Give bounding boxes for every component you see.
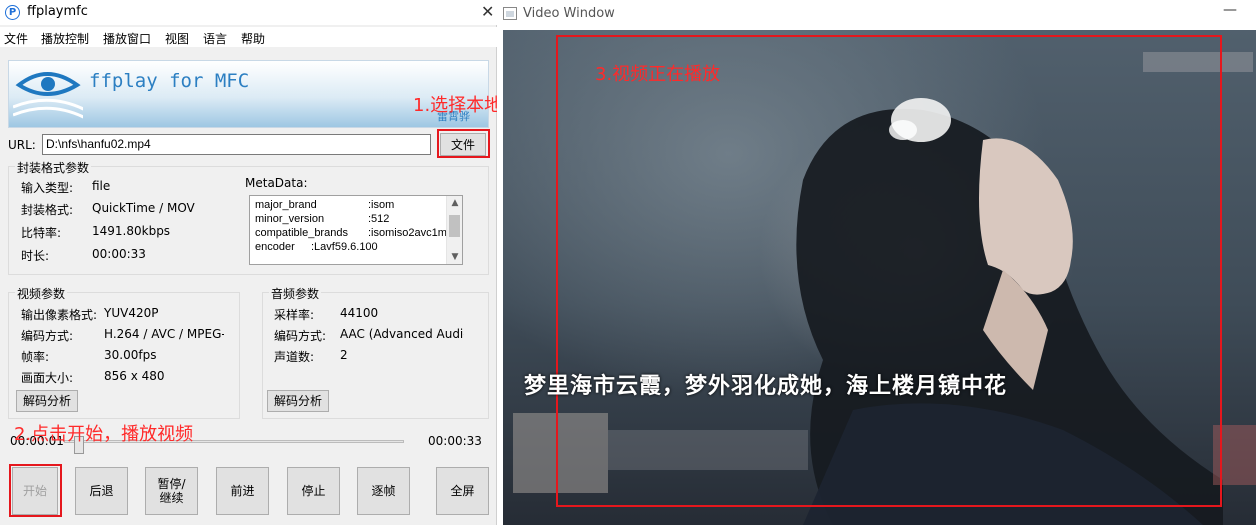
container-format-value: QuickTime / MOV [92, 201, 195, 215]
url-label: URL: [8, 138, 36, 152]
menu-language[interactable]: 语言 [203, 30, 227, 47]
video-window: Video Window — 3.视频正在播放 梦里海市云霞，梦外羽化成她，海上… [497, 0, 1256, 525]
scroll-thumb[interactable] [449, 215, 460, 237]
audio-codec-label: 编码方式: [274, 329, 327, 343]
sample-rate-value: 44100 [340, 306, 379, 320]
container-format-label: 封装格式: [21, 203, 74, 217]
metadata-value: :Lavf59.6.100 [311, 241, 378, 253]
channels-label: 声道数: [274, 350, 315, 364]
video-decode-analysis-button[interactable]: 解码分析 [16, 390, 78, 412]
stop-button[interactable]: 停止 [287, 467, 340, 515]
metadata-row: major_brand :isom [255, 199, 394, 211]
annotation-step3: 3.视频正在播放 [595, 64, 721, 85]
video-codec-label: 编码方式: [21, 329, 74, 343]
input-type-label: 输入类型: [21, 181, 74, 195]
audio-params-title: 音频参数 [269, 285, 322, 302]
video-subtitle: 梦里海市云霞，梦外羽化成她，海上楼月镜中花 [524, 374, 1008, 399]
sample-rate-label: 采样率: [274, 308, 315, 322]
metadata-key: compatible_brands [255, 227, 348, 239]
frame-size-value: 856 x 480 [104, 369, 165, 383]
back-button[interactable]: 后退 [75, 467, 128, 515]
metadata-row: compatible_brands :isomiso2avc1m [255, 227, 447, 239]
url-input[interactable]: D:\nfs\hanfu02.mp4 [42, 134, 431, 155]
pixel-format-value: YUV420P [104, 306, 159, 320]
menu-file[interactable]: 文件 [4, 30, 28, 47]
menu-playback-window[interactable]: 播放窗口 [103, 30, 151, 47]
minimize-icon[interactable]: — [1223, 2, 1237, 18]
video-codec-value: H.264 / AVC / MPEG-4 [104, 327, 224, 341]
menu-playback-control[interactable]: 播放控制 [41, 30, 89, 47]
menu-bar: 文件 播放控制 播放窗口 视图 语言 帮助 [0, 27, 497, 47]
banner-title: ffplay for MFC [89, 70, 250, 92]
bitrate-value: 1491.80kbps [92, 224, 171, 238]
total-time: 00:00:33 [428, 434, 482, 448]
step-frame-button[interactable]: 逐帧 [357, 467, 410, 515]
metadata-value: :512 [368, 213, 390, 225]
metadata-key: minor_version [255, 213, 325, 225]
video-title-bar[interactable]: Video Window — [497, 0, 1256, 29]
frame-size-label: 画面大小: [21, 371, 74, 385]
metadata-key: encoder [255, 241, 295, 253]
bitrate-label: 比特率: [21, 226, 62, 240]
metadata-scrollbar[interactable]: ▲ ▼ [446, 196, 462, 264]
metadata-row: encoder :Lavf59.6.100 [255, 241, 378, 253]
annotation-box-file [437, 129, 490, 158]
blur-watermark [1213, 425, 1256, 485]
feather-ornament-detail [889, 120, 917, 140]
audio-codec-value: AAC (Advanced Audio [340, 327, 464, 341]
close-icon[interactable]: ✕ [481, 2, 494, 21]
scroll-down-icon[interactable]: ▼ [447, 250, 462, 264]
container-params-title: 封装格式参数 [15, 159, 92, 176]
frame-rate-value: 30.00fps [104, 348, 157, 362]
ffplaymfc-window: P ffplaymfc ✕ 文件 播放控制 播放窗口 视图 语言 帮助 ffpl… [0, 0, 538, 525]
metadata-row: minor_version :512 [255, 213, 389, 225]
scroll-up-icon[interactable]: ▲ [447, 196, 462, 210]
video-window-icon [503, 7, 517, 20]
menu-help[interactable]: 帮助 [241, 30, 265, 47]
video-params-title: 视频参数 [15, 285, 68, 302]
audio-decode-analysis-button[interactable]: 解码分析 [267, 390, 329, 412]
metadata-label: MetaData: [245, 176, 308, 190]
video-frame[interactable]: 3.视频正在播放 梦里海市云霞，梦外羽化成她，海上楼月镜中花 [503, 30, 1256, 525]
blur-watermark [513, 413, 608, 493]
frame-rate-label: 帧率: [21, 350, 50, 364]
annotation-box-start [9, 464, 62, 517]
video-scene [513, 35, 1256, 525]
annotation-step2: 2.点击开始，播放视频 [14, 424, 194, 445]
metadata-value: :isomiso2avc1m [368, 227, 447, 239]
video-window-title: Video Window [523, 6, 615, 21]
duration-value: 00:00:33 [92, 247, 146, 261]
title-bar[interactable]: P ffplaymfc ✕ [0, 0, 497, 25]
channels-value: 2 [340, 348, 348, 362]
pixel-format-label: 输出像素格式: [21, 308, 98, 322]
forward-button[interactable]: 前进 [216, 467, 269, 515]
ffplay-icon: P [5, 5, 20, 20]
input-type-value: file [92, 179, 111, 193]
blur-watermark [608, 430, 808, 470]
metadata-value: :isom [368, 199, 395, 211]
blur-watermark [1143, 52, 1253, 72]
duration-label: 时长: [21, 249, 50, 263]
pause-resume-button[interactable]: 暂停/ 继续 [145, 467, 198, 515]
metadata-list[interactable]: major_brand :isom minor_version :512 compa… [249, 195, 463, 265]
fullscreen-button[interactable]: 全屏 [436, 467, 489, 515]
menu-view[interactable]: 视图 [165, 30, 189, 47]
metadata-key: major_brand [255, 199, 317, 211]
window-title: ffplaymfc [27, 4, 88, 19]
eye-icon [13, 72, 83, 119]
